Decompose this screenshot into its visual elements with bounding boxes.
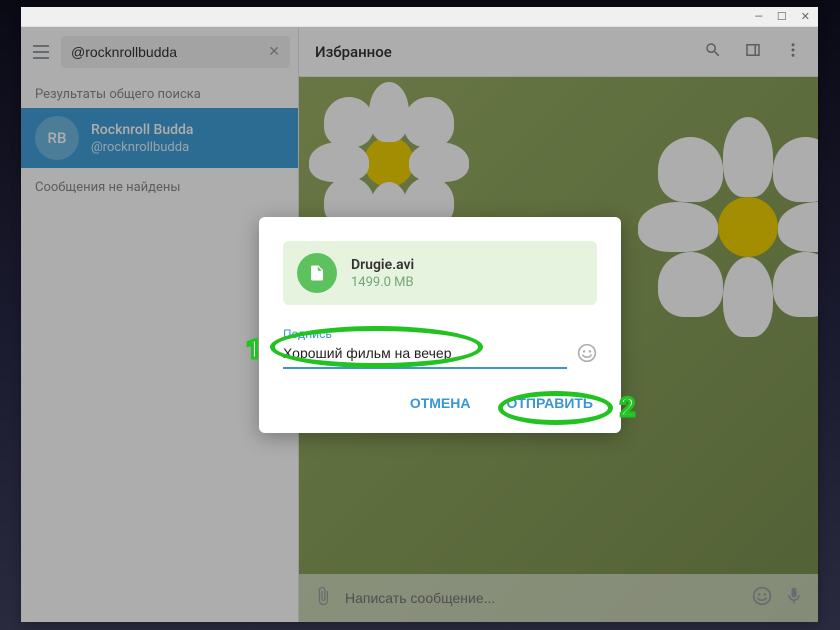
maximize-button[interactable]: ☐ [777,10,787,23]
file-size: 1499.0 MB [351,275,414,290]
file-name: Drugie.avi [351,257,414,273]
app-window: — ☐ ✕ ✕ Результаты общего поиска RB Rock… [21,7,818,622]
caption-input[interactable] [283,341,567,369]
cancel-button[interactable]: ОТМЕНА [406,389,475,417]
titlebar: — ☐ ✕ [21,7,818,27]
emoji-icon[interactable] [577,343,597,367]
file-attachment: Drugie.avi 1499.0 MB [283,241,597,305]
close-button[interactable]: ✕ [801,10,810,23]
send-file-modal: Drugie.avi 1499.0 MB Подпись ОТМЕНА ОТПР… [259,217,621,433]
send-button[interactable]: ОТПРАВИТЬ [502,389,597,417]
caption-label: Подпись [283,327,597,341]
file-icon [297,253,337,293]
minimize-button[interactable]: — [754,10,763,23]
